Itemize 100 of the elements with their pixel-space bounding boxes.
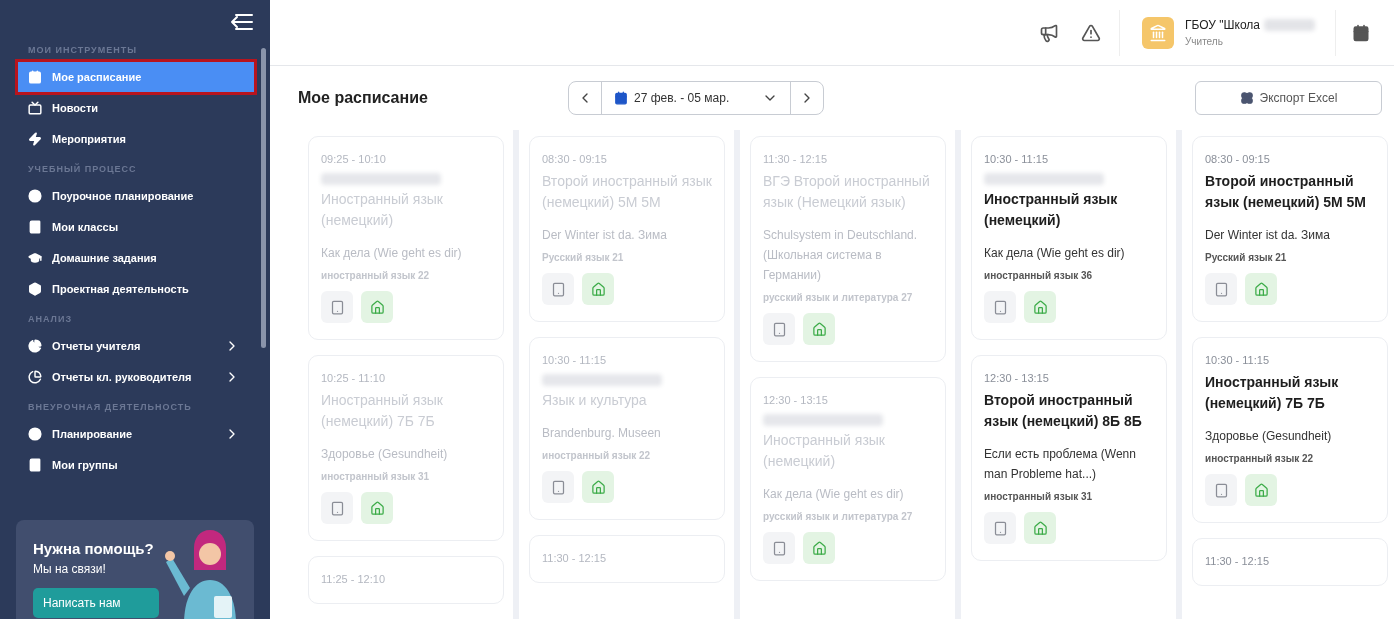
calendar-icon bbox=[614, 91, 628, 105]
lesson-title: Иностранный язык (немецкий) 7Б 7Б bbox=[1205, 373, 1340, 413]
lesson-materials-button[interactable] bbox=[763, 532, 795, 564]
homework-button[interactable] bbox=[1245, 474, 1277, 506]
lesson-materials-button[interactable] bbox=[1205, 474, 1237, 506]
menu-item[interactable]: Планирование bbox=[18, 419, 254, 449]
tablet-icon bbox=[329, 500, 345, 516]
lesson-materials-button[interactable] bbox=[321, 492, 353, 524]
house-icon bbox=[1032, 299, 1048, 315]
lesson-room: иностранный язык 31 bbox=[321, 470, 431, 484]
lesson-room: иностранный язык 22 bbox=[1205, 452, 1315, 466]
house-icon bbox=[369, 500, 385, 516]
help-title: Нужна помощь? bbox=[33, 540, 155, 558]
lesson-time: 10:25 - 11:10 bbox=[321, 371, 386, 386]
lesson-room: Русский язык 21 bbox=[542, 251, 625, 265]
org-name: ГБОУ "Школа bbox=[1185, 17, 1260, 34]
lesson-materials-button[interactable] bbox=[542, 273, 574, 305]
menu-item[interactable]: Проектная деятельность bbox=[18, 274, 254, 304]
homework-button[interactable] bbox=[803, 532, 835, 564]
date-range: 27 фев. - 05 мар. bbox=[634, 90, 731, 107]
menu-item[interactable]: Мероприятия bbox=[18, 124, 254, 154]
menu-item[interactable]: Новости bbox=[18, 93, 254, 123]
homework-button[interactable] bbox=[361, 492, 393, 524]
lesson-room: иностранный язык 22 bbox=[542, 449, 652, 463]
tablet-icon bbox=[1213, 482, 1229, 498]
lesson-time: 11:30 - 12:15 bbox=[763, 152, 828, 167]
tablet-icon bbox=[1213, 281, 1229, 297]
lesson-topic: Как дела (Wie geht es dir) bbox=[984, 245, 1126, 262]
lesson-materials-button[interactable] bbox=[321, 291, 353, 323]
lesson-title: Второй иностранный язык (немецкий) 8Б 8Б bbox=[984, 391, 1143, 431]
lesson-room: русский язык и литература 27 bbox=[763, 510, 914, 524]
tablet-icon bbox=[329, 299, 345, 315]
menu-item[interactable]: Домашние задания bbox=[18, 243, 254, 273]
tablet-icon bbox=[550, 479, 566, 495]
lesson-time: 10:30 - 11:15 bbox=[1205, 353, 1270, 368]
homework-button[interactable] bbox=[1245, 273, 1277, 305]
scrollbar[interactable] bbox=[261, 48, 266, 348]
house-icon bbox=[1253, 281, 1269, 297]
export-excel-button[interactable]: Экспорт Excel bbox=[1195, 81, 1382, 115]
lesson-materials-button[interactable] bbox=[1205, 273, 1237, 305]
house-icon bbox=[590, 281, 606, 297]
lesson-card[interactable]: 12:30 - 13:15 Второй иностранный язык (немецкий) 8Б 8Б Если есть проблема (Wenn man Probleme hat...) иностранный язык 31 bbox=[971, 355, 1167, 561]
house-icon bbox=[369, 299, 385, 315]
lesson-materials-button[interactable] bbox=[542, 471, 574, 503]
lesson-room: иностранный язык 36 bbox=[984, 269, 1094, 283]
lesson-topic: Der Winter ist da. Зима bbox=[1205, 227, 1331, 244]
section-heading: МОИ ИНСТРУМЕНТЫ bbox=[27, 44, 138, 57]
page-title: Мое расписание bbox=[298, 88, 429, 108]
house-icon bbox=[1032, 520, 1048, 536]
homework-button[interactable] bbox=[1024, 291, 1056, 323]
lesson-time: 10:30 - 11:15 bbox=[984, 152, 1049, 167]
lesson-materials-button[interactable] bbox=[763, 313, 795, 345]
house-icon bbox=[590, 479, 606, 495]
lesson-card[interactable]: 10:30 - 11:15 Иностранный язык (немецкий) 7Б 7Б Здоровье (Gesundheit) иностранный язык 22 bbox=[1192, 337, 1388, 523]
lesson-time: 12:30 - 13:15 bbox=[984, 371, 1050, 386]
lesson-materials-button[interactable] bbox=[984, 512, 1016, 544]
lesson-room: иностранный язык 31 bbox=[984, 490, 1094, 504]
lesson-time: 08:30 - 09:15 bbox=[542, 152, 608, 167]
lesson-time: 11:25 - 12:10 bbox=[321, 572, 386, 587]
section-heading: АНАЛИЗ bbox=[27, 313, 74, 326]
calendar-icon[interactable] bbox=[1352, 23, 1370, 42]
lesson-time: 11:30 - 12:15 bbox=[542, 551, 607, 566]
date-picker[interactable]: 27 фев. - 05 мар. bbox=[568, 81, 824, 115]
tablet-icon bbox=[771, 321, 787, 337]
tablet-icon bbox=[771, 540, 787, 556]
menu-item[interactable]: Мои группы bbox=[18, 450, 254, 480]
lesson-materials-button[interactable] bbox=[984, 291, 1016, 323]
homework-button[interactable] bbox=[803, 313, 835, 345]
house-icon bbox=[1253, 482, 1269, 498]
homework-button[interactable] bbox=[582, 471, 614, 503]
lesson-card[interactable]: 10:30 - 11:15 Иностранный язык (немецкий) Как дела (Wie geht es dir) иностранный язык 36 bbox=[971, 136, 1167, 340]
lesson-room: русский язык и литература 27 bbox=[763, 291, 914, 305]
lesson-topic: Если есть проблема (Wenn man Probleme hat...) bbox=[984, 446, 1137, 483]
homework-button[interactable] bbox=[582, 273, 614, 305]
menu-item[interactable]: Отчеты учителя bbox=[18, 331, 254, 361]
lesson-topic: Как дела (Wie geht es dir) bbox=[763, 486, 905, 503]
lesson-time: 11:30 - 12:15 bbox=[1205, 554, 1270, 569]
section-heading: ВНЕУРОЧНАЯ ДЕЯТЕЛЬНОСТЬ bbox=[27, 401, 193, 414]
lesson-title: Второй иностранный язык (немецкий) 5М 5М bbox=[1205, 172, 1367, 212]
menu-item[interactable]: Отчеты кл. руководителя bbox=[18, 362, 254, 392]
lesson-topic: Здоровье (Gesundheit) bbox=[321, 446, 449, 463]
lesson-card[interactable]: 08:30 - 09:15 Второй иностранный язык (немецкий) 5М 5М Der Winter ist da. Зима Русский язык 21 bbox=[1192, 136, 1388, 322]
menu-item[interactable]: Поурочное планирование bbox=[18, 181, 254, 211]
lesson-time: 09:25 - 10:10 bbox=[321, 152, 387, 167]
tablet-icon bbox=[992, 299, 1008, 315]
graduation-cap-icon bbox=[28, 251, 42, 265]
collapse-menu-icon[interactable] bbox=[230, 12, 254, 32]
homework-button[interactable] bbox=[361, 291, 393, 323]
tv-icon bbox=[28, 101, 42, 115]
megaphone-icon[interactable] bbox=[1039, 22, 1059, 43]
lesson-topic: Здоровье (Gesundheit) bbox=[1205, 428, 1333, 445]
building-icon bbox=[1149, 23, 1167, 42]
calendar-icon bbox=[28, 70, 42, 84]
menu-item[interactable]: Мои классы bbox=[18, 212, 254, 242]
help-subtitle: Мы на связи! bbox=[33, 561, 107, 578]
house-icon bbox=[811, 321, 827, 337]
tablet-icon bbox=[992, 520, 1008, 536]
tablet-icon bbox=[550, 281, 566, 297]
warning-icon[interactable] bbox=[1081, 22, 1101, 43]
homework-button[interactable] bbox=[1024, 512, 1056, 544]
